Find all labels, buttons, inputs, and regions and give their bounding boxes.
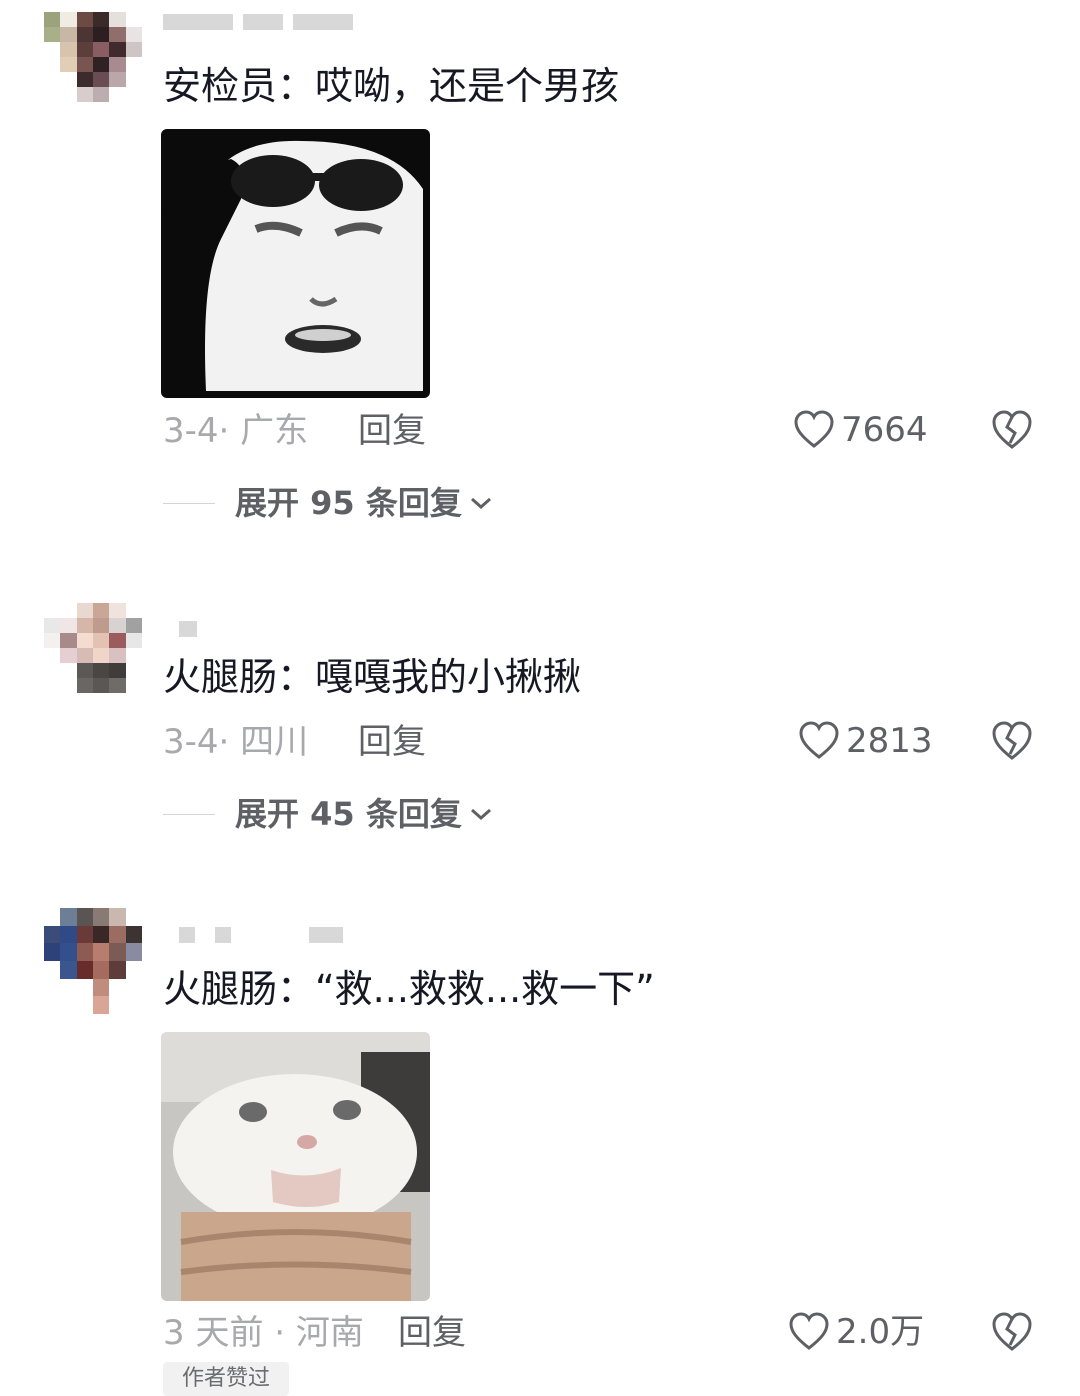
author-liked-badge: 作者赞过 <box>163 1362 289 1396</box>
like-button[interactable]: 2.0万 <box>788 1312 924 1352</box>
username-redacted[interactable] <box>163 14 353 32</box>
like-count: 2813 <box>846 721 933 761</box>
avatar[interactable] <box>44 12 142 102</box>
expand-replies-label: 展开 45 条回复 <box>235 795 462 833</box>
expand-replies-label: 展开 95 条回复 <box>235 484 462 522</box>
broken-heart-icon[interactable] <box>990 1311 1034 1353</box>
reply-button[interactable]: 回复 <box>358 411 426 451</box>
expand-replies-button[interactable]: 展开 45 条回复 <box>163 794 494 834</box>
comment-meta: 3-4· 广东 <box>163 411 309 451</box>
reply-button[interactable]: 回复 <box>398 1313 466 1353</box>
expand-replies-button[interactable]: 展开 95 条回复 <box>163 483 494 523</box>
comment-meta: 3 天前 · 河南 <box>163 1313 364 1353</box>
heart-outline-icon <box>794 410 834 448</box>
like-button[interactable]: 7664 <box>793 410 928 450</box>
broken-heart-icon[interactable] <box>990 720 1034 762</box>
heart-outline-icon <box>799 721 839 759</box>
username-redacted[interactable] <box>163 927 343 945</box>
avatar[interactable] <box>44 603 142 693</box>
like-count: 7664 <box>841 410 928 450</box>
broken-heart-icon[interactable] <box>990 409 1034 451</box>
chevron-down-icon <box>470 497 491 510</box>
comment-text: 安检员：哎呦，还是个男孩 <box>163 64 620 108</box>
comment-text: 火腿肠：“救...救救...救一下” <box>163 967 655 1011</box>
like-button[interactable]: 2813 <box>798 721 933 761</box>
like-count: 2.0万 <box>836 1312 925 1352</box>
chevron-down-icon <box>470 808 491 821</box>
heart-outline-icon <box>789 1312 829 1350</box>
sticker-squished-cat[interactable] <box>161 1032 430 1301</box>
comment-text: 火腿肠：嘎嘎我的小揪揪 <box>163 655 582 699</box>
avatar[interactable] <box>44 908 142 1014</box>
comment-meta: 3-4· 四川 <box>163 722 309 762</box>
username-redacted[interactable] <box>163 621 197 639</box>
divider-line <box>163 813 215 815</box>
divider-line <box>163 502 215 504</box>
sticker-sunglasses-face[interactable] <box>161 129 430 398</box>
reply-button[interactable]: 回复 <box>358 722 426 762</box>
